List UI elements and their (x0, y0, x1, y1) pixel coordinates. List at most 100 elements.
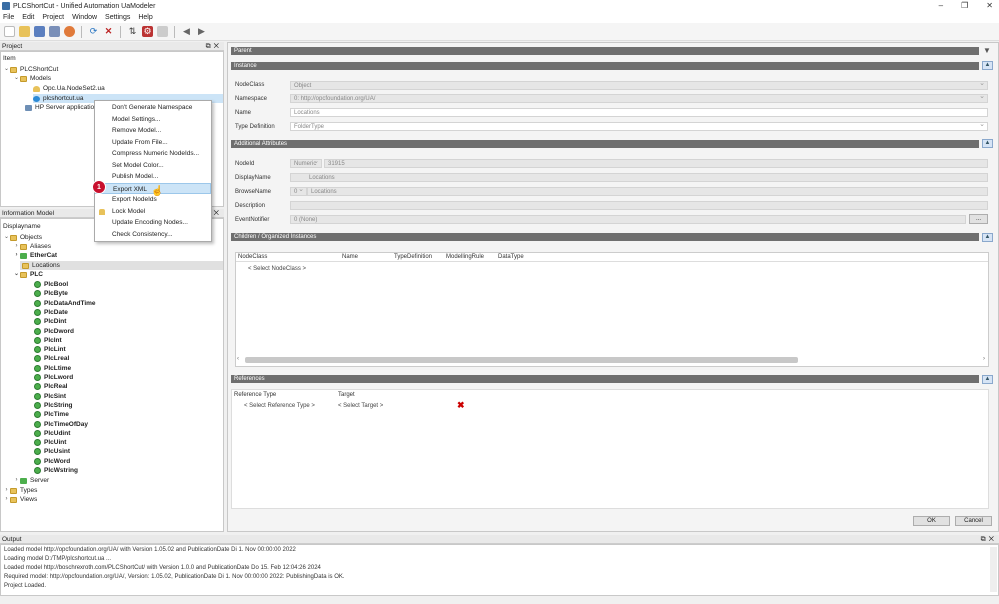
tree-item-plc-variable[interactable]: PlcWstring (34, 466, 78, 475)
menu-edit[interactable]: Edit (22, 14, 34, 21)
nodeclass-select[interactable]: Object (290, 80, 988, 90)
tree-item-plc-variable[interactable]: PlcDate (34, 308, 68, 317)
menu-file[interactable]: File (3, 14, 14, 21)
scroll-left-icon[interactable]: ‹ (237, 356, 239, 362)
col-target[interactable]: Target (338, 392, 355, 398)
tree-item-plc-variable[interactable]: PlcSint (34, 392, 66, 401)
open-folder-icon[interactable] (19, 26, 30, 37)
col-typedefinition[interactable]: TypeDefinition (394, 254, 432, 260)
maximize-button[interactable]: ❐ (961, 1, 968, 10)
tree-item-types[interactable]: › Types (3, 486, 38, 495)
tree-item-plc-variable[interactable]: PlcTimeOfDay (34, 420, 88, 429)
minimize-button[interactable]: – (939, 1, 943, 10)
horizontal-scrollbar[interactable] (245, 357, 798, 363)
section-toggle-icon[interactable]: ▲ (982, 375, 993, 384)
menu-project[interactable]: Project (42, 14, 64, 21)
tree-item-plc[interactable]: ⌄ PLC (13, 270, 43, 279)
panel-controls[interactable]: ⧉✕ (981, 535, 997, 544)
delete-icon[interactable]: ✕ (103, 26, 114, 37)
menu-window[interactable]: Window (72, 14, 97, 21)
typedef-select[interactable]: FolderType (290, 121, 988, 131)
section-toggle-icon[interactable]: ▲ (982, 233, 993, 242)
tree-item-plc-variable[interactable]: PlcString (34, 401, 73, 410)
tree-item-plc-variable[interactable]: PlcLword (34, 373, 73, 382)
select-reftype-cell[interactable]: < Select Reference Type > (244, 403, 315, 409)
col-nodeclass[interactable]: NodeClass (238, 254, 267, 260)
cancel-button[interactable]: Cancel (955, 516, 992, 526)
namespace-select[interactable]: 0: http://opcfoundation.org/UA/ (290, 93, 988, 103)
context-menu-item[interactable]: Model Settings... (95, 114, 211, 125)
forward-arrow-icon[interactable]: ▶ (196, 26, 207, 37)
browsename-ns-select[interactable]: 0 (290, 186, 307, 196)
tree-item-plc-variable[interactable]: PlcDword (34, 327, 74, 336)
tree-item-plc-variable[interactable]: PlcInt (34, 336, 62, 345)
tree-item-plc-variable[interactable]: PlcUdint (34, 429, 70, 438)
tree-item-plc-variable[interactable]: PlcUsint (34, 447, 70, 456)
tree-item-aliases[interactable]: › Aliases (13, 242, 51, 251)
record-icon[interactable] (64, 26, 75, 37)
save-icon[interactable] (34, 26, 45, 37)
tree-item-locations[interactable]: Locations (20, 261, 223, 270)
output-scrollbar[interactable] (990, 547, 997, 592)
collapse-arrow-icon[interactable]: ▼ (983, 46, 991, 55)
displayname-field[interactable]: Locations (290, 173, 988, 182)
tree-item-plc-variable[interactable]: PlcBool (34, 280, 68, 289)
delete-reference-icon[interactable]: ✖ (457, 400, 465, 411)
browsename-field[interactable]: Locations (307, 187, 988, 196)
context-menu-item[interactable]: Compress Numeric NodeIds... (95, 148, 211, 159)
menu-settings[interactable]: Settings (105, 14, 130, 21)
save-all-icon[interactable] (49, 26, 60, 37)
section-toggle-icon[interactable]: ▲ (982, 139, 993, 148)
tree-item-objects[interactable]: ⌄ Objects (3, 233, 42, 242)
close-button[interactable]: ✕ (986, 1, 993, 10)
menu-help[interactable]: Help (138, 14, 152, 21)
tree-item-nodeset[interactable]: Opc.Ua.NodeSet2.ua (33, 84, 105, 93)
tree-item-plc-variable[interactable]: PlcTime (34, 410, 69, 419)
description-field[interactable] (290, 201, 988, 210)
tree-item-plc-variable[interactable]: PlcLint (34, 345, 66, 354)
name-field[interactable]: Locations (290, 108, 988, 117)
context-menu-item[interactable]: Set Model Color... (95, 160, 211, 171)
tree-item-plc-variable[interactable]: PlcWord (34, 457, 70, 466)
back-arrow-icon[interactable]: ◀ (181, 26, 192, 37)
variable-icon (34, 308, 41, 316)
tree-item-plc-variable[interactable]: PlcUint (34, 438, 66, 447)
sort-icon[interactable]: ⇅ (127, 26, 138, 37)
context-menu-item[interactable]: Publish Model... (95, 171, 211, 182)
network-icon[interactable]: ⚙ (142, 26, 153, 37)
context-menu-item[interactable]: Lock Model (95, 206, 211, 217)
col-reference-type[interactable]: Reference Type (234, 392, 276, 398)
col-modellingrule[interactable]: ModellingRule (446, 254, 484, 260)
col-name[interactable]: Name (342, 254, 358, 260)
tree-item-plc-variable[interactable]: PlcDint (34, 317, 66, 326)
ok-button[interactable]: OK (913, 516, 950, 526)
nodeid-type-select[interactable]: Numeric (290, 158, 322, 168)
tree-item-models[interactable]: ⌄ Models (13, 74, 51, 83)
col-datatype[interactable]: DataType (498, 254, 524, 260)
tree-item-server-app[interactable]: HP Server application (25, 103, 98, 112)
tree-item-plc-variable[interactable]: PlcLreal (34, 354, 69, 363)
new-file-icon[interactable] (4, 26, 15, 37)
context-menu-item[interactable]: Update Encoding Nodes... (95, 217, 211, 228)
tree-item-views[interactable]: › Views (3, 495, 38, 504)
refresh-icon[interactable]: ⟳ (88, 26, 99, 37)
tree-item-plc-variable[interactable]: PlcByte (34, 289, 68, 298)
nodeid-field[interactable]: 31915 (324, 159, 988, 168)
scroll-right-icon[interactable]: › (983, 356, 985, 362)
select-target-cell[interactable]: < Select Target > (338, 403, 383, 409)
eventnotifier-browse-button[interactable]: ... (969, 214, 988, 224)
select-nodeclass-cell[interactable]: < Select NodeClass > (248, 266, 306, 272)
tree-item-ethercat[interactable]: › EtherCat (13, 251, 58, 260)
context-menu-item[interactable]: Remove Model... (95, 125, 211, 136)
tree-item-plc-variable[interactable]: PlcReal (34, 382, 68, 391)
context-menu-item[interactable]: Don't Generate Namespace (95, 102, 211, 113)
tree-item-project[interactable]: ⌄ PLCShortCut (3, 65, 58, 74)
eventnotifier-field[interactable]: 0 (None) (290, 215, 966, 224)
tree-item-server[interactable]: › Server (13, 476, 50, 485)
tree-item-plc-variable[interactable]: PlcLtime (34, 364, 71, 373)
section-toggle-icon[interactable]: ▲ (982, 61, 993, 70)
context-menu-item[interactable]: Check Consistency... (95, 229, 211, 240)
tree-item-plc-variable[interactable]: PlcDataAndTime (34, 299, 96, 308)
context-menu-item[interactable]: Update From File... (95, 137, 211, 148)
panel-controls[interactable]: ⧉✕ (206, 42, 222, 51)
